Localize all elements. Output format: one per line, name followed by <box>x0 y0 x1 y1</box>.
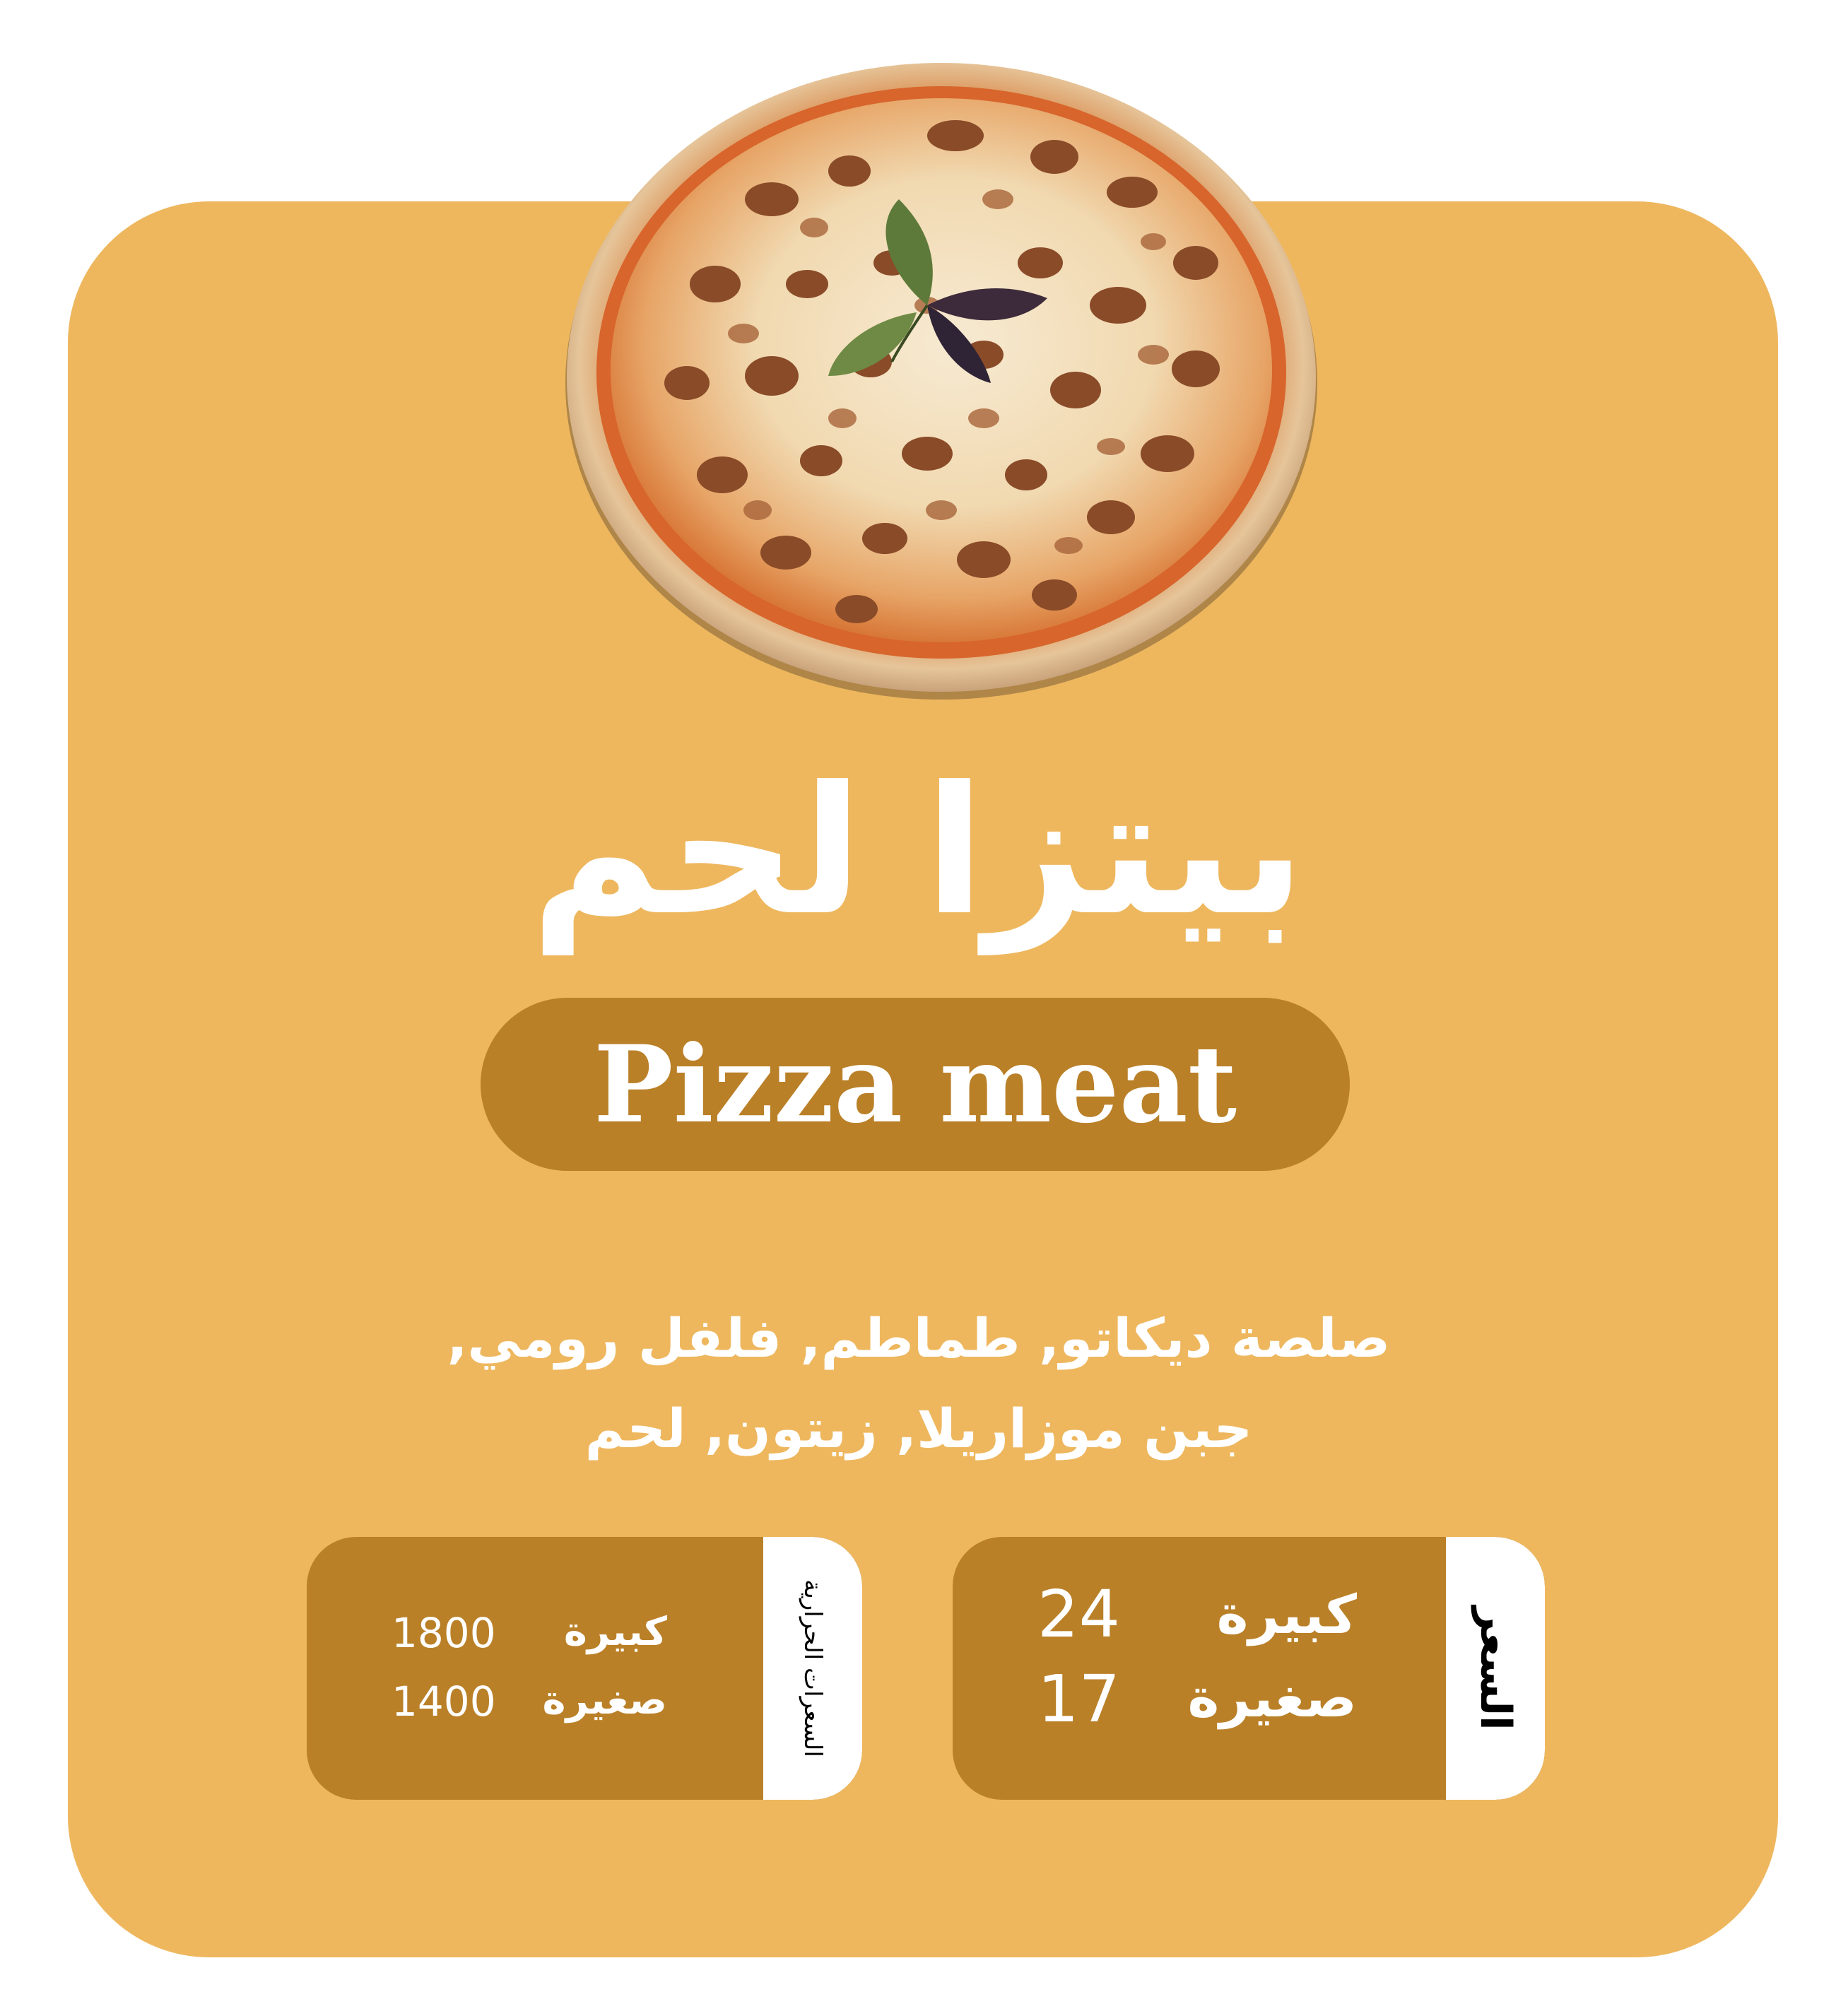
calories-box: السعرات الحرارية كبيرة 1800 صغيرة 1400 <box>307 1537 862 1800</box>
calories-large-label: كبيرة <box>563 1609 667 1655</box>
price-small-label: صغيرة <box>1187 1666 1357 1729</box>
price-box: السعر كبيرة 24 صغيرة 17 <box>953 1537 1545 1800</box>
calories-label: السعرات الحرارية <box>799 1579 827 1757</box>
price-large-value: 24 <box>1037 1576 1121 1652</box>
price-large-label: كبيرة <box>1216 1583 1357 1646</box>
calories-small-label: صغيرة <box>542 1678 667 1723</box>
calories-tab: السعرات الحرارية <box>763 1537 862 1800</box>
product-name-pill: Pizza meat <box>481 998 1350 1171</box>
ingredients-line-2: جبن موزاريلا, زيتون, لحم <box>584 1397 1253 1460</box>
product-name-arabic: بيتزا لحم <box>530 748 1306 954</box>
calories-small-value: 1400 <box>392 1678 496 1726</box>
price-tab: السعر <box>1446 1537 1545 1800</box>
ingredients: صلصة ديكاتو, طماطم, فلفل رومي, جبن موزار… <box>396 1293 1442 1474</box>
price-label: السعر <box>1471 1606 1520 1731</box>
product-name-english: Pizza meat <box>593 1022 1237 1147</box>
pizza-image <box>565 63 1317 700</box>
ingredients-line-1: صلصة ديكاتو, طماطم, فلفل رومي, <box>447 1307 1391 1369</box>
price-small-value: 17 <box>1037 1661 1121 1737</box>
calories-large-value: 1800 <box>392 1609 496 1657</box>
